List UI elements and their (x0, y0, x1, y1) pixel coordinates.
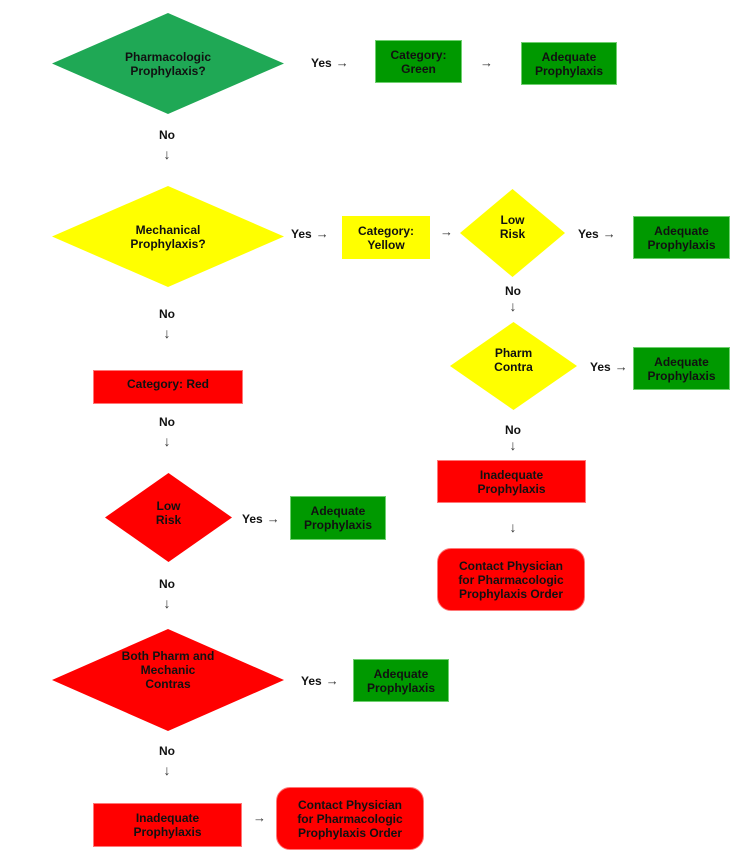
category-green-box: Category: Green (375, 40, 462, 83)
no-label: No (159, 744, 175, 758)
arrow-right-icon: → (325, 673, 339, 688)
no-label: No (159, 307, 175, 321)
box-label: Contact Physician for Pharmacologic Prop… (458, 558, 564, 601)
arrow-right-icon: → (335, 55, 349, 70)
category-yellow-box: Category: Yellow (342, 216, 430, 259)
no-label: No (159, 415, 175, 429)
arrow-right-icon: → (440, 224, 453, 239)
decision-label: Low Risk (155, 498, 182, 527)
connector: → (440, 224, 453, 239)
adequate-prophylaxis-box: Adequate Prophylaxis (353, 659, 449, 702)
no-connector: No ↓ (152, 128, 182, 162)
no-connector: No ↓ (152, 577, 182, 611)
decision-label: Pharm Contra (494, 346, 533, 374)
arrow-right-icon: → (315, 226, 329, 241)
box-label: Adequate Prophylaxis (366, 666, 436, 695)
pharm-contra-decision: Pharm Contra (450, 322, 577, 410)
no-label: No (159, 128, 175, 142)
adequate-prophylaxis-box: Adequate Prophylaxis (521, 42, 617, 85)
arrow-down-icon: ↓ (163, 433, 171, 449)
inadequate-prophylaxis-box: Inadequate Prophylaxis (93, 803, 242, 847)
box-label: Category: Red (126, 377, 209, 391)
yes-connector: Yes → (578, 226, 616, 241)
adequate-prophylaxis-box: Adequate Prophylaxis (633, 216, 730, 259)
arrow-down-icon: ↓ (163, 762, 171, 778)
contact-physician-box: Contact Physician for Pharmacologic Prop… (276, 787, 424, 850)
arrow-right-icon: → (614, 359, 628, 374)
adequate-prophylaxis-box: Adequate Prophylaxis (633, 347, 730, 390)
yes-connector: Yes → (590, 359, 628, 374)
arrow-down-icon: ↓ (163, 146, 171, 162)
box-label: Contact Physician for Pharmacologic Prop… (297, 797, 403, 840)
connector: → (253, 810, 266, 825)
yes-connector: Yes → (311, 55, 349, 70)
arrow-down-icon: ↓ (509, 298, 517, 314)
no-label: No (159, 577, 175, 591)
pharmacologic-prophylaxis-decision: Pharmacologic Prophylaxis? (52, 13, 284, 114)
arrow-right-icon: → (266, 511, 280, 526)
yes-label: Yes (291, 226, 312, 241)
arrow-right-icon: → (253, 810, 266, 825)
arrow-down-icon: ↓ (163, 595, 171, 611)
arrow-right-icon: → (602, 226, 616, 241)
decision-label: Low Risk (499, 213, 526, 241)
arrow-right-icon: → (480, 55, 493, 70)
no-connector: No ↓ (152, 415, 182, 449)
yes-connector: Yes → (291, 226, 329, 241)
box-label: Adequate Prophylaxis (303, 504, 373, 532)
box-label: Category: Yellow (357, 223, 414, 252)
adequate-prophylaxis-box: Adequate Prophylaxis (290, 496, 386, 540)
yes-label: Yes (301, 673, 322, 688)
yellow-low-risk-decision: Low Risk (460, 189, 565, 277)
arrow-down-icon: ↓ (509, 519, 517, 535)
yes-label: Yes (590, 359, 611, 374)
yes-label: Yes (311, 55, 332, 70)
no-connector: No ↓ (152, 744, 182, 778)
no-connector: No ↓ (152, 307, 182, 341)
yes-label: Yes (578, 226, 599, 241)
no-connector: No ↓ (498, 284, 528, 314)
decision-label: Both Pharm and Mechanic Contras (121, 649, 215, 691)
yes-connector: Yes → (242, 511, 280, 526)
box-label: Adequate Prophylaxis (647, 223, 716, 252)
yes-connector: Yes → (301, 673, 339, 688)
box-label: Adequate Prophylaxis (647, 354, 716, 383)
no-label: No (505, 423, 521, 437)
category-red-box: Category: Red (93, 370, 243, 404)
arrow-down-icon: ↓ (509, 437, 517, 453)
contact-physician-box: Contact Physician for Pharmacologic Prop… (437, 548, 585, 611)
yes-label: Yes (242, 511, 263, 526)
no-connector: No ↓ (498, 423, 528, 453)
connector: ↓ (498, 515, 528, 535)
decision-label: Pharmacologic Prophylaxis? (124, 49, 212, 78)
box-label: Adequate Prophylaxis (534, 49, 604, 78)
box-label: Inadequate Prophylaxis (477, 467, 546, 496)
both-contras-decision: Both Pharm and Mechanic Contras (52, 629, 284, 731)
inadequate-prophylaxis-box: Inadequate Prophylaxis (437, 460, 586, 503)
no-label: No (505, 284, 521, 298)
box-label: Category: Green (390, 47, 447, 76)
red-low-risk-decision: Low Risk (105, 473, 232, 562)
mechanical-prophylaxis-decision: Mechanical Prophylaxis? (52, 186, 284, 287)
box-label: Inadequate Prophylaxis (133, 811, 202, 839)
decision-label: Mechanical Prophylaxis? (130, 222, 206, 251)
connector: → (480, 55, 493, 70)
arrow-down-icon: ↓ (163, 325, 171, 341)
